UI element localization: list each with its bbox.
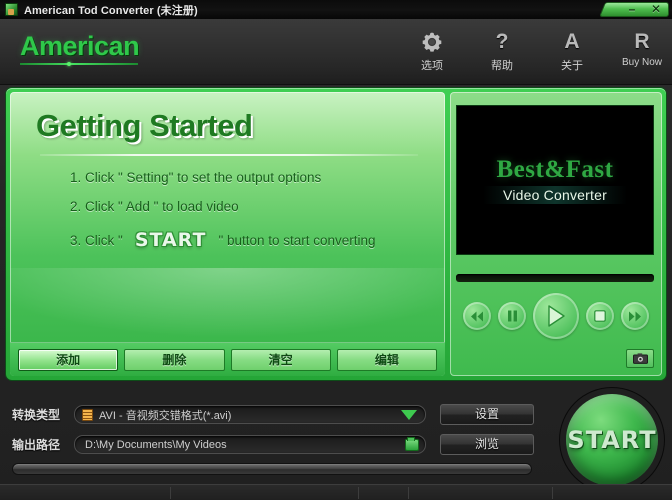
transport-controls	[450, 290, 662, 342]
toolbar-label-buy-now: Buy Now	[621, 57, 662, 68]
toolbar-label-options: 选项	[421, 60, 443, 72]
fast-forward-button[interactable]	[621, 302, 649, 330]
title-bar: American Tod Converter (未注册) – ✕	[0, 0, 672, 19]
stop-icon	[594, 310, 606, 322]
output-path-input[interactable]: D:\My Documents\My Videos	[74, 435, 426, 454]
close-button[interactable]: ✕	[644, 3, 668, 16]
list-item: 1. Click " Setting" to set the output op…	[70, 170, 376, 185]
output-path-label: 输出路径	[12, 438, 61, 452]
brand-dot	[67, 62, 71, 66]
minimize-button[interactable]: –	[620, 3, 644, 16]
rewind-icon	[471, 311, 483, 321]
status-divider	[358, 487, 359, 499]
folder-icon[interactable]	[405, 437, 419, 451]
page-title: Getting Started	[36, 108, 253, 143]
stop-button[interactable]	[586, 302, 614, 330]
fast-forward-icon	[629, 311, 641, 321]
start-button-label: START	[567, 426, 657, 454]
brand-logo: American	[20, 31, 140, 66]
format-value: AVI - 音视频交错格式(*.avi)	[99, 409, 232, 422]
seek-bar[interactable]	[456, 274, 654, 282]
question-icon: ?	[495, 30, 509, 53]
preview-panel: Best&Fast Video Converter	[450, 92, 662, 376]
start-button[interactable]: START	[566, 394, 658, 486]
toolbar-item-about[interactable]: A 关于	[550, 29, 594, 73]
file-list-toolbar: 添加 删除 清空 编辑	[10, 342, 445, 376]
preview-title: Best&Fast	[496, 156, 614, 183]
list-item: 2. Click " Add " to load video	[70, 199, 376, 214]
toolbar: 选项 ? 帮助 A 关于 R Buy Now	[410, 29, 664, 73]
register-icon: R	[634, 30, 650, 53]
steps-list: 1. Click " Setting" to set the output op…	[70, 170, 376, 266]
rewind-button[interactable]	[463, 302, 491, 330]
getting-started-panel: Getting Started 1. Click " Setting" to s…	[10, 92, 445, 376]
toolbar-item-buy-now[interactable]: R Buy Now	[620, 29, 664, 68]
brand-text: American	[20, 31, 140, 61]
toolbar-label-about: 关于	[561, 60, 583, 72]
preview-subtitle: Video Converter	[483, 186, 627, 204]
play-icon	[548, 305, 565, 327]
output-path-row: 输出路径 D:\My Documents\My Videos 浏览	[12, 434, 534, 455]
play-button[interactable]	[533, 293, 579, 339]
title-divider	[40, 154, 418, 156]
brand-underline	[20, 62, 138, 66]
settings-button[interactable]: 设置	[440, 404, 534, 425]
delete-button[interactable]: 删除	[124, 348, 225, 371]
pause-icon	[507, 310, 517, 322]
status-divider	[552, 487, 553, 499]
about-icon: A	[564, 30, 580, 53]
film-icon	[82, 408, 93, 421]
browse-button[interactable]: 浏览	[440, 434, 534, 455]
options-area: 转换类型 AVI - 音视频交错格式(*.avi) 设置 输出路径 D:\My …	[0, 384, 672, 500]
app-icon	[5, 3, 18, 16]
application-window: American Tod Converter (未注册) – ✕ America…	[0, 0, 672, 500]
format-row: 转换类型 AVI - 音视频交错格式(*.avi) 设置	[12, 404, 534, 425]
toolbar-item-options[interactable]: 选项	[410, 29, 454, 73]
camera-icon	[632, 353, 648, 364]
snapshot-button[interactable]	[626, 349, 654, 368]
status-divider	[408, 487, 409, 499]
header-bar: American 选项 ? 帮助 A 关于 R Buy Now	[0, 19, 672, 85]
output-path-value: D:\My Documents\My Videos	[85, 438, 227, 451]
list-item: 3. Click " START " button to start conve…	[70, 228, 376, 252]
step-text-suffix: " button to start converting	[218, 232, 376, 248]
gear-icon	[410, 29, 454, 55]
add-button[interactable]: 添加	[18, 348, 119, 371]
main-green-frame: Getting Started 1. Click " Setting" to s…	[6, 88, 666, 380]
window-title: American Tod Converter (未注册)	[24, 4, 198, 17]
toolbar-item-help[interactable]: ? 帮助	[480, 29, 524, 73]
format-label: 转换类型	[12, 408, 61, 422]
progress-bar	[12, 463, 532, 475]
status-bar	[0, 484, 672, 500]
toolbar-label-help: 帮助	[491, 60, 513, 72]
format-select[interactable]: AVI - 音视频交错格式(*.avi)	[74, 405, 426, 424]
pause-button[interactable]	[498, 302, 526, 330]
step-text: 2. Click " Add " to load video	[70, 199, 239, 214]
clear-button[interactable]: 清空	[230, 348, 331, 371]
start-word-graphic: START	[134, 229, 207, 251]
chevron-down-icon[interactable]	[401, 410, 417, 420]
step-text: 1. Click " Setting" to set the output op…	[70, 170, 322, 185]
video-preview-area[interactable]: Best&Fast Video Converter	[456, 105, 654, 255]
window-controls: – ✕	[607, 2, 669, 17]
status-divider	[170, 487, 171, 499]
edit-button[interactable]: 编辑	[336, 348, 437, 371]
step-text: 3. Click "	[70, 232, 123, 248]
